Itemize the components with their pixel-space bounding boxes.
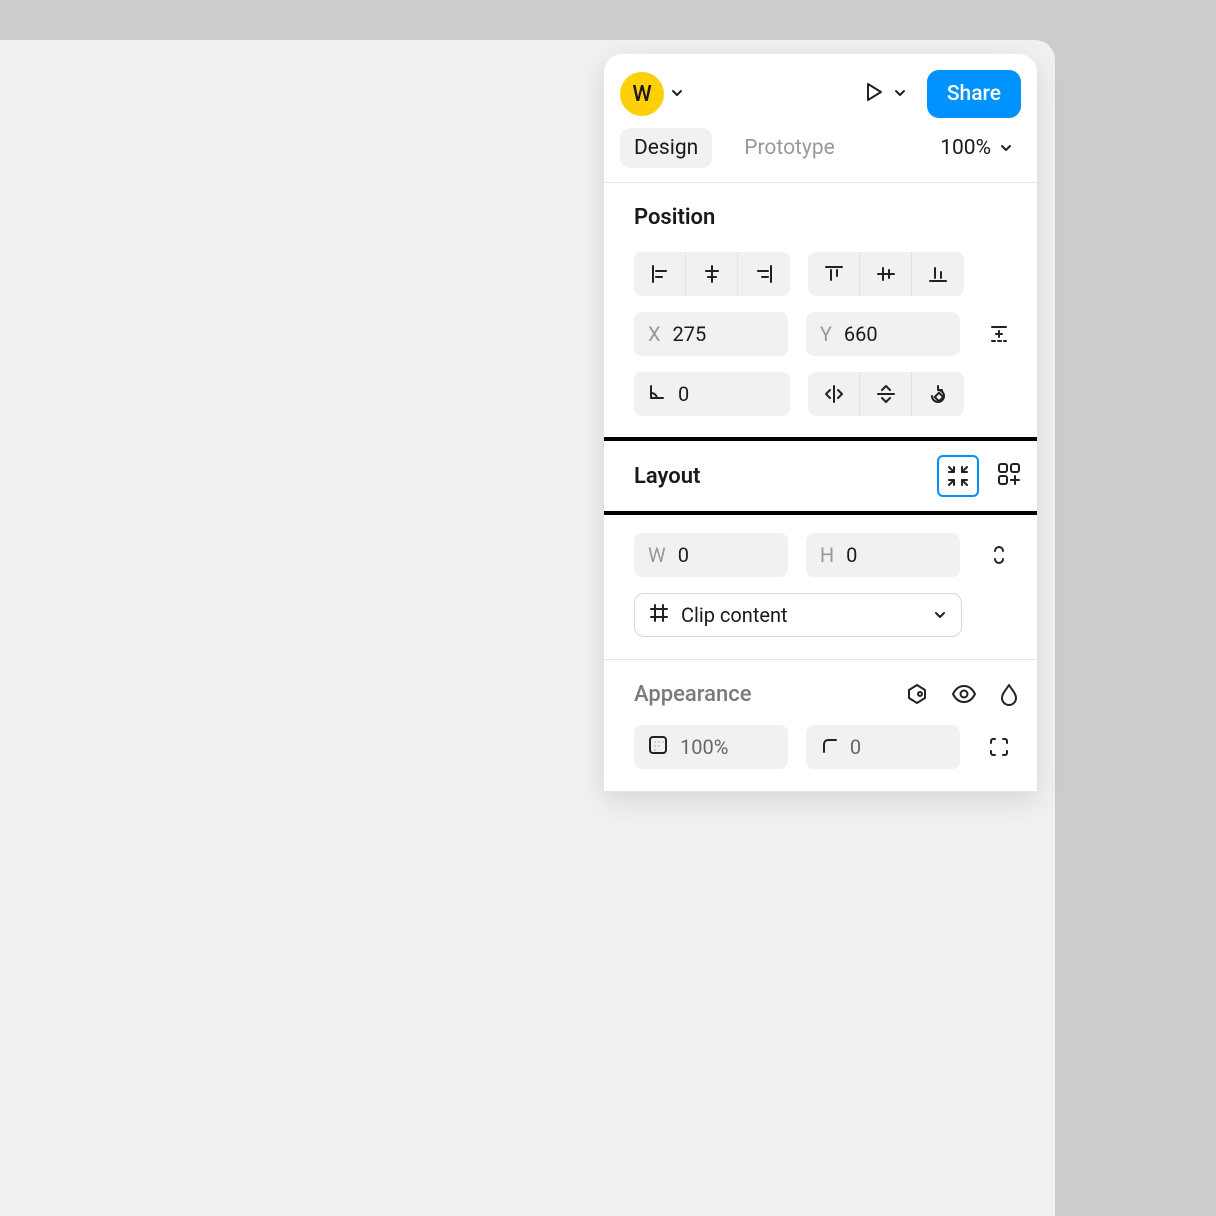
avatar-menu-caret[interactable]: [670, 85, 684, 104]
flip-horizontal-button[interactable]: [808, 372, 860, 416]
frame-icon: [649, 603, 669, 628]
align-horizontal-group: [634, 252, 790, 296]
corner-radius-icon: [820, 736, 838, 758]
appearance-title: Appearance: [634, 682, 752, 707]
opacity-value: 100%: [680, 735, 728, 759]
w-label: W: [648, 543, 666, 567]
individual-corners-button[interactable]: [978, 725, 1021, 769]
chevron-down-icon: [999, 141, 1013, 155]
layout-title: Layout: [634, 464, 700, 489]
align-right-button[interactable]: [738, 252, 790, 296]
layout-section-header: Layout: [604, 437, 1037, 515]
h-value: 0: [846, 543, 886, 567]
opacity-grid-icon: [648, 735, 668, 759]
align-hcenter-button[interactable]: [686, 252, 738, 296]
zoom-dropdown[interactable]: 100%: [940, 136, 1021, 160]
inspector-panel: W Share Design Prototype 100%: [604, 54, 1037, 792]
h-label: H: [820, 543, 834, 567]
share-label: Share: [947, 82, 1001, 106]
transform-group: [808, 372, 964, 416]
radius-value: 0: [850, 735, 890, 759]
tab-design[interactable]: Design: [620, 128, 712, 168]
align-top-button[interactable]: [808, 252, 860, 296]
w-value: 0: [678, 543, 718, 567]
constrain-proportions-button[interactable]: [978, 533, 1021, 577]
flip-vertical-button[interactable]: [860, 372, 912, 416]
play-icon[interactable]: [861, 79, 887, 109]
avatar-initial: W: [632, 82, 651, 107]
user-avatar[interactable]: W: [620, 72, 664, 116]
opacity-field[interactable]: 100%: [634, 725, 788, 769]
clip-content-dropdown[interactable]: Clip content: [634, 593, 962, 637]
width-field[interactable]: W 0: [634, 533, 788, 577]
blend-mode-icon[interactable]: [905, 682, 929, 710]
clip-content-label: Clip content: [681, 603, 788, 627]
height-field[interactable]: H 0: [806, 533, 960, 577]
align-left-button[interactable]: [634, 252, 686, 296]
rotate-90-button[interactable]: [912, 372, 964, 416]
visibility-icon[interactable]: [951, 682, 977, 710]
position-title: Position: [634, 205, 1021, 230]
align-bottom-button[interactable]: [912, 252, 964, 296]
tab-prototype[interactable]: Prototype: [730, 128, 849, 168]
rotation-value: 0: [678, 382, 718, 406]
corner-radius-field[interactable]: 0: [806, 725, 960, 769]
play-menu-caret[interactable]: [893, 85, 907, 104]
y-value: 660: [844, 322, 884, 346]
align-vertical-group: [808, 252, 964, 296]
resize-to-fit-button[interactable]: [937, 455, 979, 497]
position-y-field[interactable]: Y 660: [806, 312, 960, 356]
opacity-drop-icon[interactable]: [999, 682, 1019, 710]
auto-layout-add-button[interactable]: [995, 460, 1023, 492]
chevron-down-icon: [933, 608, 947, 622]
absolute-position-button[interactable]: [978, 312, 1021, 356]
angle-icon: [648, 383, 666, 405]
share-button[interactable]: Share: [927, 70, 1021, 118]
align-vcenter-button[interactable]: [860, 252, 912, 296]
rotation-field[interactable]: 0: [634, 372, 790, 416]
position-x-field[interactable]: X 275: [634, 312, 788, 356]
y-label: Y: [820, 322, 832, 346]
x-value: 275: [673, 322, 713, 346]
x-label: X: [648, 322, 661, 346]
zoom-value: 100%: [940, 136, 991, 160]
